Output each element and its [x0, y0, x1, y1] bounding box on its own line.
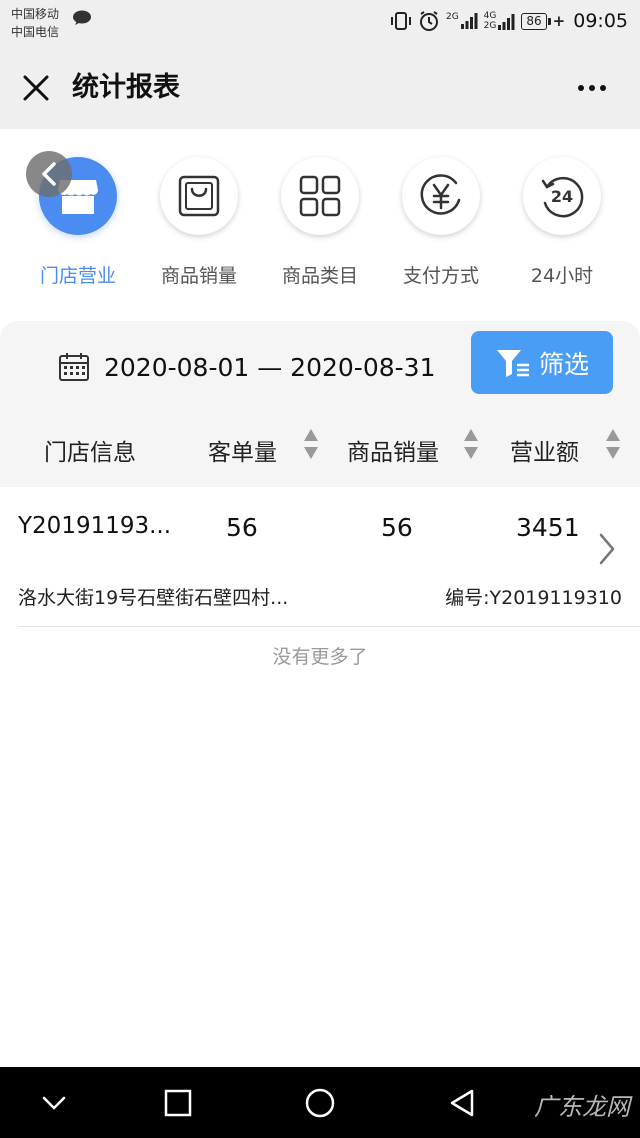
close-button[interactable] — [16, 68, 56, 108]
charging-icon: + — [552, 12, 566, 30]
title-bar: 统计报表 — [0, 44, 640, 129]
nav-home-button[interactable] — [300, 1083, 340, 1123]
divider — [18, 626, 640, 627]
nav-recents-button[interactable] — [158, 1083, 198, 1123]
list-end-text: 没有更多了 — [272, 646, 368, 668]
carrier-info: 中国移动 中国电信 — [11, 5, 59, 41]
sales-value: 56 — [381, 513, 413, 542]
sort-icon[interactable] — [303, 427, 319, 461]
more-button[interactable] — [572, 68, 612, 108]
column-store-info: 门店信息 — [44, 440, 136, 466]
chat-bubble-icon — [73, 10, 91, 25]
filter-label: 筛选 — [538, 349, 589, 379]
chevron-right-icon — [599, 533, 615, 565]
tab-24-hours[interactable]: 24 24小时 — [502, 153, 622, 303]
column-product-sales[interactable]: 商品销量 — [347, 433, 439, 467]
revenue-value: 3451 — [516, 513, 580, 542]
tab-label: 商品销量 — [160, 265, 237, 287]
nav-back-button[interactable] — [442, 1083, 482, 1123]
tab-label: 24小时 — [530, 265, 594, 287]
vibrate-icon — [390, 12, 411, 30]
date-range-text: 2020-08-01 — 2020-08-31 — [104, 352, 436, 382]
store-id: Y20191193... — [18, 513, 172, 539]
category-tabs: 门店营业 商品销量 商品类目 支付方式 24 24小时 — [0, 129, 640, 321]
triangle-back-icon — [450, 1089, 474, 1117]
navigation-bar: 广东龙网 — [0, 1067, 640, 1138]
shopping-bag-icon — [178, 175, 220, 217]
table-header: 门店信息 客单量 商品销量 营业额 — [0, 421, 640, 477]
status-bar: 中国移动 中国电信 2G 4G 2G 86 + 09:05 — [0, 0, 640, 44]
svg-text:24: 24 — [551, 187, 573, 206]
clock: 09:05 — [573, 10, 628, 32]
carrier-2: 中国电信 — [11, 25, 60, 39]
date-range-picker[interactable]: 2020-08-01 — 2020-08-31 — [58, 347, 435, 387]
back-button[interactable] — [26, 151, 72, 197]
tab-label: 支付方式 — [402, 265, 479, 287]
square-icon — [164, 1089, 192, 1117]
close-icon — [23, 75, 49, 101]
sort-icon[interactable] — [463, 427, 479, 461]
chevron-down-icon — [42, 1096, 66, 1110]
calendar-icon — [59, 353, 89, 381]
watermark: 广东龙网 — [534, 1093, 630, 1121]
tab-label: 门店营业 — [39, 265, 116, 287]
orders-value: 56 — [226, 513, 258, 542]
signal-1: 2G — [446, 12, 478, 30]
store-address: 洛水大街19号石壁街石壁四村... — [18, 587, 289, 609]
store-code: 编号:Y2019119310 — [445, 587, 622, 609]
column-orders[interactable]: 客单量 — [208, 433, 277, 467]
nav-hide-button[interactable] — [34, 1083, 74, 1123]
status-icons: 2G 4G 2G 86 + 09:05 — [390, 8, 628, 34]
clock-24-icon: 24 — [541, 176, 584, 218]
signal-bars-icon — [498, 14, 515, 30]
sort-icon[interactable] — [605, 427, 621, 461]
table-row[interactable]: Y20191193... 56 56 3451 洛水大街19号石壁街石壁四村..… — [0, 487, 640, 627]
alarm-icon — [419, 11, 438, 31]
carrier-1: 中国移动 — [11, 7, 60, 21]
signal-bars-icon — [460, 13, 478, 29]
grid-icon — [299, 175, 341, 217]
filter-icon — [496, 349, 529, 377]
tab-product-category[interactable]: 商品类目 — [260, 153, 380, 303]
circle-icon — [305, 1088, 335, 1118]
yuan-icon — [420, 174, 461, 215]
filter-panel: 2020-08-01 — 2020-08-31 筛选 门店信息 客单量 商品销量… — [0, 321, 640, 487]
more-icon — [578, 85, 584, 91]
filter-button[interactable]: 筛选 — [471, 331, 613, 394]
column-revenue[interactable]: 营业额 — [510, 433, 579, 467]
signal-2: 4G 2G — [484, 11, 516, 31]
battery-indicator: 86 + — [521, 12, 565, 30]
chevron-left-icon — [42, 162, 56, 186]
page-title: 统计报表 — [72, 72, 180, 103]
tab-product-sales[interactable]: 商品销量 — [139, 153, 259, 303]
battery-level: 86 — [521, 12, 547, 30]
tab-label: 商品类目 — [281, 265, 358, 287]
tab-payment-method[interactable]: 支付方式 — [381, 153, 501, 303]
